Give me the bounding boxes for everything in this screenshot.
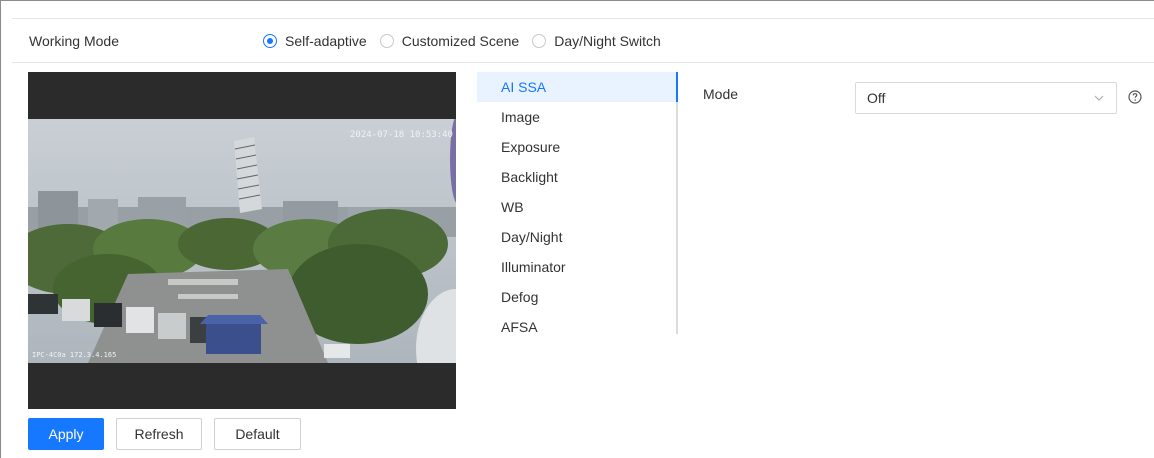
radio-label: Day/Night Switch: [554, 33, 661, 49]
refresh-button[interactable]: Refresh: [116, 418, 202, 450]
menu-item-backlight[interactable]: Backlight: [477, 162, 676, 192]
menu-item-image[interactable]: Image: [477, 102, 676, 132]
menu-item-day-night[interactable]: Day/Night: [477, 222, 676, 252]
live-preview: 2024-07-18 10:53:40 IPC-4C0a 172.3.4.165: [28, 72, 456, 409]
action-buttons: Apply Refresh Default: [28, 418, 313, 450]
radio-label: Customized Scene: [401, 33, 520, 49]
section-divider: [12, 62, 1154, 63]
radio-unchecked-icon: [379, 34, 394, 48]
radio-day-night-switch[interactable]: Day/Night Switch: [532, 33, 661, 49]
mode-select[interactable]: Off: [855, 82, 1117, 114]
top-divider: [12, 18, 1154, 19]
chevron-down-icon: [1094, 95, 1104, 101]
camera-scene-image: 2024-07-18 10:53:40 IPC-4C0a 172.3.4.165: [28, 119, 456, 363]
menu-item-ai-ssa[interactable]: AI SSA: [477, 72, 678, 102]
menu-item-exposure[interactable]: Exposure: [477, 132, 676, 162]
mode-label: Mode: [703, 86, 739, 102]
working-mode-label: Working Mode: [29, 33, 120, 49]
radio-customized-scene[interactable]: Customized Scene: [379, 33, 520, 49]
radio-label: Self-adaptive: [285, 33, 367, 49]
menu-item-illuminator[interactable]: Illuminator: [477, 252, 676, 282]
apply-button[interactable]: Apply: [28, 418, 104, 450]
menu-item-afsa[interactable]: AFSA: [477, 312, 676, 342]
settings-menu: AI SSA Image Exposure Backlight WB Day/N…: [477, 72, 678, 335]
menu-item-defog[interactable]: Defog: [477, 282, 676, 312]
default-button[interactable]: Default: [214, 418, 301, 450]
help-icon[interactable]: [1128, 90, 1142, 104]
osd-timestamp: 2024-07-18 10:53:40: [350, 130, 453, 140]
radio-checked-icon: [263, 34, 277, 48]
menu-item-wb[interactable]: WB: [477, 192, 676, 222]
working-mode-radio-group: Self-adaptive Customized Scene Day/Night…: [263, 33, 674, 49]
osd-camera-label: IPC-4C0a 172.3.4.165: [32, 351, 116, 359]
radio-unchecked-icon: [532, 34, 547, 48]
mode-select-value: Off: [867, 90, 886, 106]
radio-self-adaptive[interactable]: Self-adaptive: [263, 33, 367, 49]
